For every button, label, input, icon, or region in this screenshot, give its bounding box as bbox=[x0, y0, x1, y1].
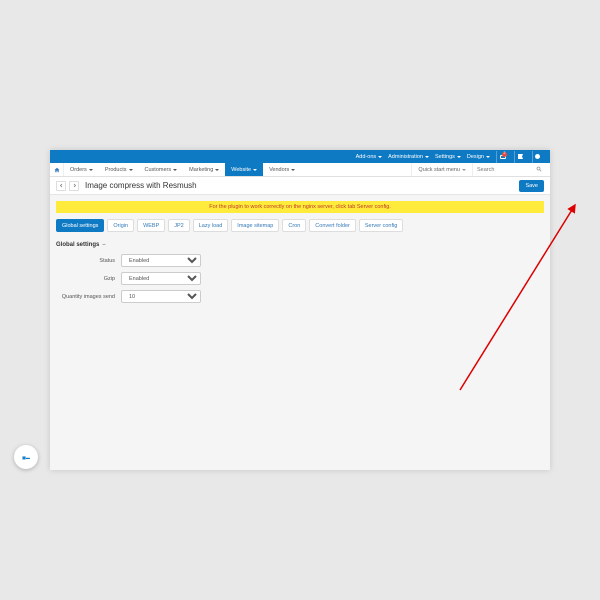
quick-start-menu[interactable]: Quick start menu bbox=[411, 163, 472, 176]
top-link-administration[interactable]: Administration bbox=[388, 154, 429, 160]
badge-icon: ▣▬ bbox=[22, 455, 30, 460]
row-status: Status Enabled bbox=[56, 254, 544, 267]
tab-jp2[interactable]: JP2 bbox=[168, 219, 189, 232]
caret-down-icon bbox=[425, 156, 429, 158]
quantity-label: Quantity images send bbox=[56, 294, 121, 300]
caret-down-icon bbox=[378, 156, 382, 158]
top-link-settings[interactable]: Settings bbox=[435, 154, 461, 160]
top-link-addons[interactable]: Add-ons bbox=[356, 154, 383, 160]
app-window: Add-ons Administration Settings Design 2… bbox=[50, 150, 550, 470]
section-heading: Global settings – bbox=[56, 242, 544, 248]
gzip-label: Gzip bbox=[56, 276, 121, 282]
status-select[interactable]: Enabled bbox=[121, 254, 201, 267]
chevron-left-icon bbox=[59, 183, 64, 188]
nav-website[interactable]: Website bbox=[225, 163, 263, 176]
cart-button[interactable]: 2 bbox=[496, 151, 508, 163]
nav-back-button[interactable] bbox=[56, 181, 66, 191]
search-icon[interactable] bbox=[532, 166, 546, 174]
caret-down-icon bbox=[291, 169, 295, 171]
label: Marketing bbox=[189, 167, 213, 173]
user-icon bbox=[535, 154, 540, 159]
home-icon bbox=[54, 167, 60, 173]
nav-forward-button[interactable] bbox=[69, 181, 79, 191]
label: Website bbox=[231, 167, 251, 173]
tab-cron[interactable]: Cron bbox=[282, 219, 306, 232]
caret-down-icon bbox=[173, 169, 177, 171]
label: Orders bbox=[70, 167, 87, 173]
cart-badge: 2 bbox=[502, 152, 507, 157]
flag-icon bbox=[518, 154, 523, 159]
label: Add-ons bbox=[356, 154, 377, 160]
label: Customers bbox=[145, 167, 172, 173]
save-button[interactable]: Save bbox=[519, 180, 544, 192]
caret-down-icon bbox=[89, 169, 93, 171]
caret-down-icon bbox=[253, 169, 257, 171]
user-menu-button[interactable] bbox=[532, 151, 544, 163]
tab-webp[interactable]: WEBP bbox=[137, 219, 165, 232]
notifications-button[interactable] bbox=[514, 151, 526, 163]
chevron-right-icon bbox=[72, 183, 77, 188]
nav-products[interactable]: Products bbox=[99, 163, 139, 176]
label: Settings bbox=[435, 154, 455, 160]
warning-banner: For the plugin to work correctly on the … bbox=[56, 201, 544, 213]
nav-marketing[interactable]: Marketing bbox=[183, 163, 225, 176]
page-title: Image compress with Resmush bbox=[85, 181, 197, 190]
tab-image-sitemap[interactable]: Image sitemap bbox=[231, 219, 279, 232]
floating-badge[interactable]: ▣▬ bbox=[14, 445, 38, 469]
label: Administration bbox=[388, 154, 423, 160]
main-nav: Orders Products Customers Marketing Webs… bbox=[50, 163, 550, 177]
caret-down-icon bbox=[457, 156, 461, 158]
status-label: Status bbox=[56, 258, 121, 264]
search-wrap bbox=[472, 163, 550, 176]
label: Quick start menu bbox=[418, 167, 460, 173]
tab-origin[interactable]: Origin bbox=[107, 219, 134, 232]
label: Vendors bbox=[269, 167, 289, 173]
tab-lazy-load[interactable]: Lazy load bbox=[193, 219, 229, 232]
caret-down-icon bbox=[129, 169, 133, 171]
title-bar: Image compress with Resmush Save bbox=[50, 177, 550, 195]
nav-home[interactable] bbox=[50, 163, 64, 176]
content-area: For the plugin to work correctly on the … bbox=[50, 195, 550, 314]
top-link-design[interactable]: Design bbox=[467, 154, 490, 160]
nav-customers[interactable]: Customers bbox=[139, 163, 184, 176]
row-quantity: Quantity images send 10 bbox=[56, 290, 544, 303]
tab-server-config[interactable]: Server config bbox=[359, 219, 403, 232]
tab-global-settings[interactable]: Global settings bbox=[56, 219, 104, 232]
gzip-select[interactable]: Enabled bbox=[121, 272, 201, 285]
top-menu-bar: Add-ons Administration Settings Design 2 bbox=[50, 150, 550, 163]
caret-down-icon bbox=[462, 169, 466, 171]
section-title-text: Global settings bbox=[56, 242, 99, 248]
caret-down-icon bbox=[486, 156, 490, 158]
settings-tabs: Global settings Origin WEBP JP2 Lazy loa… bbox=[56, 219, 544, 232]
tab-convert-folder[interactable]: Convert folder bbox=[309, 219, 356, 232]
row-gzip: Gzip Enabled bbox=[56, 272, 544, 285]
label: Design bbox=[467, 154, 484, 160]
search-input[interactable] bbox=[477, 167, 532, 173]
caret-down-icon bbox=[215, 169, 219, 171]
nav-orders[interactable]: Orders bbox=[64, 163, 99, 176]
collapse-icon[interactable]: – bbox=[102, 242, 105, 248]
nav-vendors[interactable]: Vendors bbox=[263, 163, 301, 176]
label: Products bbox=[105, 167, 127, 173]
quantity-select[interactable]: 10 bbox=[121, 290, 201, 303]
